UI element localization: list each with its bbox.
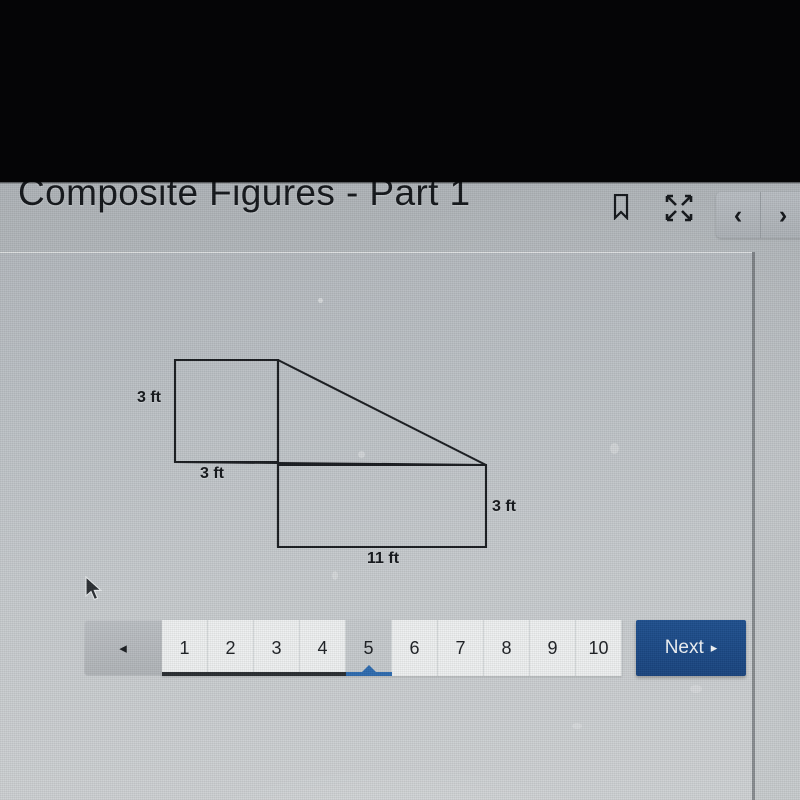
next-arrow-icon: ▸ <box>710 640 718 655</box>
glare-speck <box>572 723 582 729</box>
pagination-back-button[interactable]: ◂ <box>84 620 162 676</box>
label-square-height: 3 ft <box>137 389 161 406</box>
fullscreen-expand-icon[interactable] <box>662 192 696 224</box>
top-crop-black-bar <box>0 0 800 184</box>
pagination-page-8[interactable]: 8 <box>484 620 530 676</box>
header-nav-buttons: ‹ › <box>716 192 800 238</box>
pagination-progress-current <box>346 672 392 676</box>
composite-figure-svg <box>173 358 488 549</box>
triangle-hypotenuse <box>277 359 487 466</box>
pagination-progress-completed <box>162 672 346 676</box>
glare-speck <box>690 685 702 693</box>
next-button-label: Next <box>664 637 704 658</box>
pagination-page-6[interactable]: 6 <box>392 620 438 676</box>
next-button[interactable]: Next ▸ <box>636 620 746 676</box>
pagination-page-10[interactable]: 10 <box>576 620 622 676</box>
composite-figure: 3 ft 3 ft 3 ft 11 ft <box>0 252 752 592</box>
pagination-page-3[interactable]: 3 <box>254 620 300 676</box>
pagination-page-9[interactable]: 9 <box>530 620 576 676</box>
header-nav-prev-button[interactable]: ‹ <box>716 192 761 238</box>
pagination-page-7[interactable]: 7 <box>438 620 484 676</box>
pagination-page-list: 1 2 3 4 5 6 7 8 9 10 <box>162 620 622 676</box>
label-square-base: 3 ft <box>200 465 224 482</box>
pagination-current-caret <box>362 665 376 672</box>
panel-edge-divider <box>752 252 755 800</box>
pagination-page-4[interactable]: 4 <box>300 620 346 676</box>
square-shape <box>173 358 280 464</box>
mouse-cursor <box>84 575 104 602</box>
pagination-page-2[interactable]: 2 <box>208 620 254 676</box>
rectangle-shape <box>276 463 488 549</box>
pagination-page-1[interactable]: 1 <box>162 620 208 676</box>
label-rect-right-height: 3 ft <box>492 498 516 515</box>
screenshot-root: 3 ft 3 ft 3 ft 11 ft ◂ 1 2 3 4 5 6 7 8 9… <box>0 0 800 800</box>
label-rect-base: 11 ft <box>367 550 400 567</box>
header-nav-next-button[interactable]: › <box>761 192 800 238</box>
pagination-bar: ◂ 1 2 3 4 5 6 7 8 9 10 Next ▸ <box>84 620 746 676</box>
bookmark-icon[interactable] <box>608 190 634 224</box>
